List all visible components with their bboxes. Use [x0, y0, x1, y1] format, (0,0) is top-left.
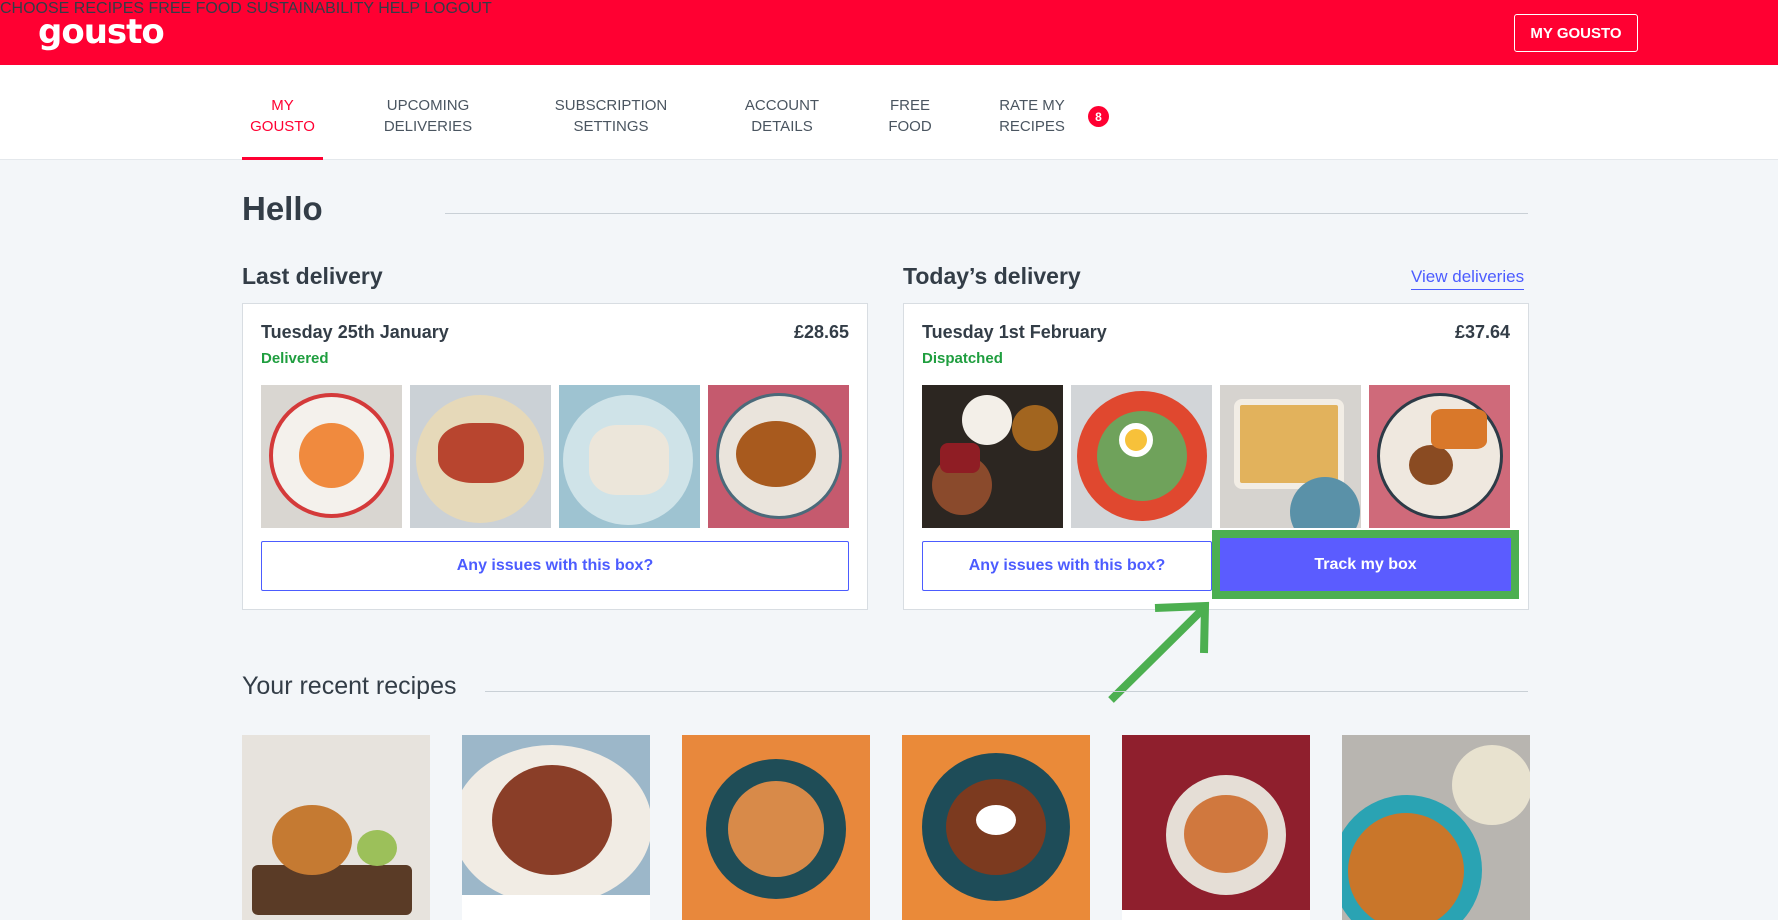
tab-label-line2: FOOD [888, 118, 932, 135]
tab-label-line2: DETAILS [751, 118, 813, 135]
recipe-thumbnails [922, 385, 1510, 528]
recipe-image[interactable] [1369, 385, 1510, 528]
tab-label-line1: MY [271, 97, 294, 114]
delivery-date: Tuesday 25th January [261, 322, 449, 342]
tab-subscription-settings[interactable]: SUBSCRIPTION SETTINGS [548, 95, 674, 137]
tab-label-line1: UPCOMING [386, 97, 470, 114]
view-deliveries-link[interactable]: View deliveries [1411, 267, 1525, 290]
page-title: Hello [242, 190, 323, 227]
tab-label-line1: RATE MY [999, 97, 1065, 114]
rate-recipes-badge: 8 [1088, 106, 1109, 127]
recent-recipe-image[interactable] [242, 735, 430, 920]
gousto-logo[interactable]: gousto [38, 12, 165, 52]
nav-sustainability[interactable]: SUSTAINABILITY [246, 0, 373, 17]
recipe-image[interactable] [922, 385, 1063, 528]
tab-label-line1: FREE [889, 97, 930, 114]
track-my-box-button[interactable]: Track my box [1220, 538, 1511, 591]
top-bar: gousto CHOOSE RECIPES FREE FOOD SUSTAINA… [0, 0, 1778, 65]
recipe-image[interactable] [1220, 385, 1361, 528]
tab-my-gousto[interactable]: MY GOUSTO [242, 95, 323, 137]
recipe-image[interactable] [708, 385, 849, 528]
recipe-image[interactable] [410, 385, 551, 528]
delivery-status: Delivered [261, 350, 329, 367]
recent-recipe-image[interactable] [1342, 735, 1530, 920]
recent-recipe-image[interactable] [462, 735, 650, 920]
recent-recipe-image[interactable] [902, 735, 1090, 920]
recent-recipes-list [242, 735, 1530, 920]
recent-recipe-image[interactable] [1122, 735, 1310, 920]
divider [445, 213, 1528, 214]
tab-label-line1: SUBSCRIPTION [554, 97, 668, 114]
active-tab-underline [242, 157, 323, 160]
recipe-image[interactable] [559, 385, 700, 528]
tab-label-line2: DELIVERIES [383, 118, 473, 135]
recipe-thumbnails [261, 385, 849, 528]
any-issues-button[interactable]: Any issues with this box? [261, 541, 849, 591]
my-gousto-button[interactable]: MY GOUSTO [1514, 14, 1638, 52]
delivery-status: Dispatched [922, 350, 1003, 367]
tab-account-details[interactable]: ACCOUNT DETAILS [736, 95, 828, 137]
recent-recipes-title: Your recent recipes [242, 672, 457, 700]
nav-help[interactable]: HELP [378, 0, 420, 17]
tab-label-line2: SETTINGS [573, 118, 649, 135]
recipe-image[interactable] [261, 385, 402, 528]
account-subnav: MY GOUSTO UPCOMING DELIVERIES SUBSCRIPTI… [0, 65, 1778, 160]
delivery-price: £28.65 [793, 322, 849, 342]
tab-label-line2: RECIPES [999, 118, 1065, 135]
last-delivery-title: Last delivery [242, 263, 383, 289]
tab-upcoming-deliveries[interactable]: UPCOMING DELIVERIES [372, 95, 484, 137]
tab-free-food[interactable]: FREE FOOD [880, 95, 940, 137]
delivery-date: Tuesday 1st February [922, 322, 1107, 342]
logout-link[interactable]: LOGOUT [424, 0, 492, 17]
todays-delivery-title: Today’s delivery [903, 263, 1081, 289]
any-issues-button[interactable]: Any issues with this box? [922, 541, 1212, 591]
last-delivery-card: Tuesday 25th January £28.65 Delivered An… [242, 303, 868, 610]
divider [485, 691, 1528, 692]
tab-rate-my-recipes[interactable]: RATE MY RECIPES [994, 95, 1070, 137]
annotation-arrow-icon [1108, 601, 1210, 703]
recipe-image[interactable] [1071, 385, 1212, 528]
tab-label-line1: ACCOUNT [744, 97, 820, 114]
tab-label-line2: GOUSTO [250, 118, 315, 135]
recent-recipe-image[interactable] [682, 735, 870, 920]
delivery-price: £37.64 [1454, 322, 1510, 342]
